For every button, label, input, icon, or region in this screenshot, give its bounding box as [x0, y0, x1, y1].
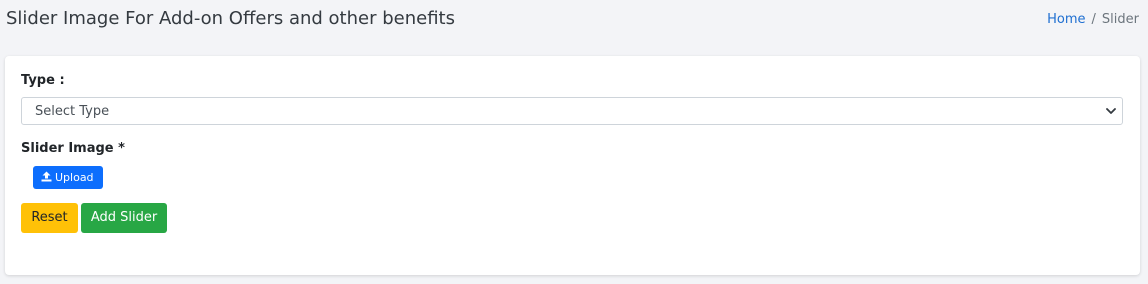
breadcrumb-separator: /: [1091, 12, 1096, 27]
type-select[interactable]: Select Type: [21, 97, 1123, 125]
add-slider-button[interactable]: Add Slider: [81, 203, 167, 233]
slider-form-card: Type : Select Type Slider Image * Upload…: [5, 56, 1140, 275]
breadcrumb: Home / Slider: [1047, 12, 1139, 27]
breadcrumb-home-link[interactable]: Home: [1047, 12, 1085, 27]
page-header: Slider Image For Add-on Offers and other…: [0, 0, 1148, 40]
chevron-down-icon: [1106, 108, 1116, 114]
upload-button[interactable]: Upload: [33, 166, 103, 189]
type-label: Type :: [21, 73, 65, 88]
upload-icon: [41, 171, 52, 182]
page-title: Slider Image For Add-on Offers and other…: [6, 8, 455, 29]
reset-button[interactable]: Reset: [21, 203, 78, 233]
slider-image-label: Slider Image *: [21, 141, 125, 156]
type-select-value: Select Type: [35, 104, 110, 119]
breadcrumb-current: Slider: [1101, 12, 1139, 27]
upload-label: Upload: [55, 171, 94, 184]
